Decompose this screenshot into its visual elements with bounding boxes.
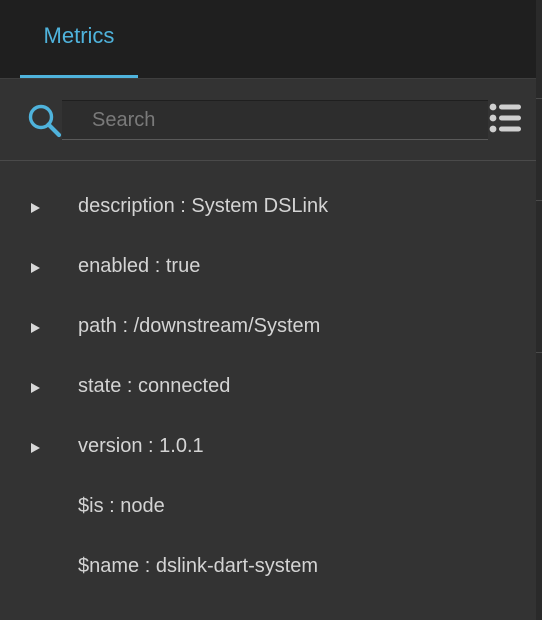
tree-row-label: $is : node xyxy=(78,495,165,517)
tree-row-label: version : 1.0.1 xyxy=(78,435,204,457)
search-input[interactable] xyxy=(62,100,488,140)
tree-row-label: enabled : true xyxy=(78,255,201,277)
tree-row-enabled[interactable]: enabled : true xyxy=(0,237,536,297)
tree-row-name: $name : dslink-dart-system xyxy=(0,537,536,597)
expand-caret-icon[interactable] xyxy=(31,323,40,333)
edge-divider xyxy=(536,352,542,353)
tree-row-label: description : System DSLink xyxy=(78,195,329,217)
metrics-tree: description : System DSLink enabled : tr… xyxy=(0,177,536,597)
list-icon[interactable] xyxy=(489,102,523,136)
tree-row-label: state : connected xyxy=(78,375,231,397)
tree-row-path[interactable]: path : /downstream/System xyxy=(0,297,536,357)
tree-row-is: $is : node xyxy=(0,477,536,537)
search-icon[interactable] xyxy=(27,103,65,141)
tab-metrics[interactable]: Metrics xyxy=(20,0,138,78)
right-edge-strip xyxy=(536,0,542,620)
expand-caret-icon[interactable] xyxy=(31,263,40,273)
edge-divider xyxy=(536,98,542,99)
tree-row-label: $name : dslink-dart-system xyxy=(78,555,319,577)
search-bar xyxy=(0,79,536,161)
tree-row-version[interactable]: version : 1.0.1 xyxy=(0,417,536,477)
edge-divider xyxy=(536,200,542,201)
expand-caret-icon[interactable] xyxy=(31,383,40,393)
tree-row-description[interactable]: description : System DSLink xyxy=(0,177,536,237)
tree-row-state[interactable]: state : connected xyxy=(0,357,536,417)
expand-caret-icon[interactable] xyxy=(31,443,40,453)
expand-caret-icon[interactable] xyxy=(31,203,40,213)
tree-row-label: path : /downstream/System xyxy=(78,315,321,337)
tab-bar: Metrics xyxy=(0,0,536,79)
